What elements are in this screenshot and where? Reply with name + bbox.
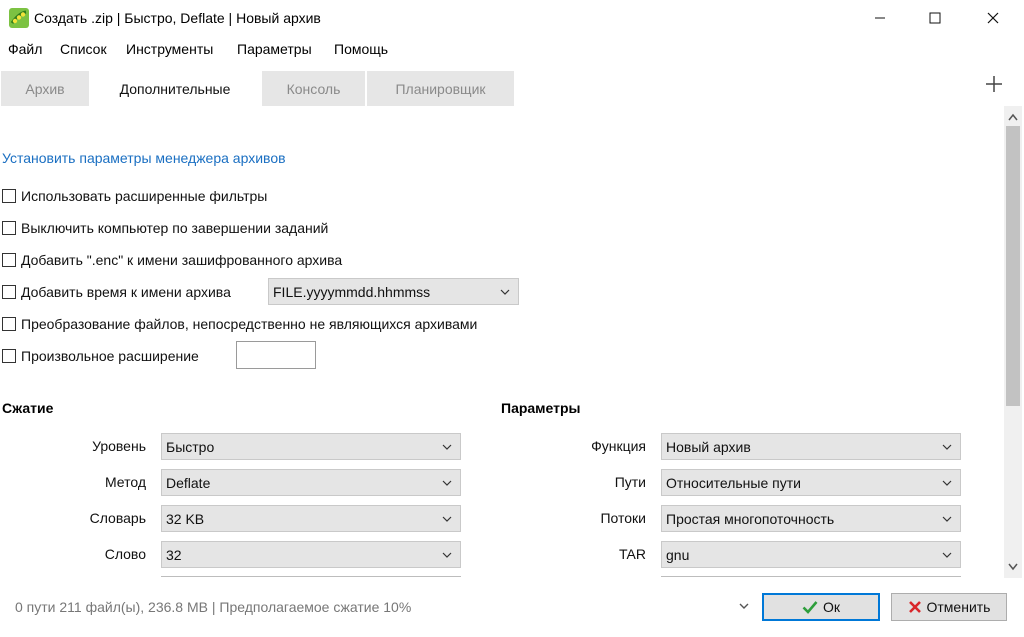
tar-dropdown[interactable]: gnu <box>661 541 961 568</box>
dictionary-label: Словарь <box>89 510 146 526</box>
function-value: Новый архив <box>666 438 751 455</box>
method-dropdown[interactable]: Deflate <box>161 469 461 496</box>
threads-value: Простая многопоточность <box>666 510 835 527</box>
option-label: Преобразование файлов, непосредственно н… <box>21 316 478 332</box>
chevron-down-icon <box>442 444 452 450</box>
pea-icon <box>9 8 29 28</box>
chevron-down-icon <box>942 516 952 522</box>
menu-file[interactable]: Файл <box>8 41 42 57</box>
archive-manager-settings-link[interactable]: Установить параметры менеджера архивов <box>2 150 286 166</box>
menu-bar: Файл Список Инструменты Параметры Помощь <box>0 38 1024 62</box>
ok-button[interactable]: Ок <box>762 593 880 621</box>
checkbox[interactable] <box>2 285 16 299</box>
chevron-down-icon <box>442 480 452 486</box>
level-label: Уровень <box>92 438 146 454</box>
tar-label: TAR <box>619 546 646 562</box>
menu-options[interactable]: Параметры <box>237 41 312 57</box>
scroll-thumb[interactable] <box>1006 126 1020 406</box>
close-button[interactable] <box>970 0 1016 36</box>
menu-list[interactable]: Список <box>60 41 107 57</box>
time-format-dropdown[interactable]: FILE.yyyymmdd.hhmmss <box>268 278 519 305</box>
chevron-down-icon[interactable] <box>738 600 750 612</box>
chevron-down-icon <box>1008 563 1018 571</box>
tab-archive[interactable]: Архив <box>1 71 89 106</box>
custom-extension-input[interactable] <box>236 341 316 369</box>
word-dropdown[interactable]: 32 <box>161 541 461 568</box>
close-icon <box>987 12 999 24</box>
tab-console[interactable]: Консоль <box>262 71 365 106</box>
minimize-icon <box>875 17 885 19</box>
level-dropdown[interactable]: Быстро <box>161 433 461 460</box>
chevron-down-icon <box>500 289 510 295</box>
chevron-down-icon <box>442 516 452 522</box>
threads-dropdown[interactable]: Простая многопоточность <box>661 505 961 532</box>
maximize-icon <box>929 12 941 24</box>
tar-value: gnu <box>666 546 690 563</box>
add-tab-icon[interactable] <box>982 72 1006 96</box>
option-append-enc[interactable]: Добавить ".enc" к имени зашифрованного а… <box>2 250 342 270</box>
cancel-label: Отменить <box>926 599 991 615</box>
next-field-edge <box>661 576 961 577</box>
tab-advanced[interactable]: Дополнительные <box>90 71 260 106</box>
option-append-time[interactable]: Добавить время к имени архива <box>2 282 231 302</box>
maximize-button[interactable] <box>912 0 958 36</box>
window-title: Создать .zip | Быстро, Deflate | Новый а… <box>34 10 321 26</box>
dictionary-dropdown[interactable]: 32 KB <box>161 505 461 532</box>
checkmark-icon <box>802 601 818 614</box>
parameters-heading: Параметры <box>501 400 581 416</box>
chevron-down-icon <box>942 552 952 558</box>
menu-help[interactable]: Помощь <box>334 41 388 57</box>
option-convert-non-archives[interactable]: Преобразование файлов, непосредственно н… <box>2 314 477 334</box>
chevron-down-icon <box>942 444 952 450</box>
chevron-up-icon <box>1008 113 1018 121</box>
checkbox[interactable] <box>2 349 16 363</box>
ok-label: Ок <box>822 599 840 615</box>
checkbox[interactable] <box>2 189 16 203</box>
option-shutdown-after-jobs[interactable]: Выключить компьютер по завершении задани… <box>2 218 328 238</box>
minimize-button[interactable] <box>857 0 903 36</box>
option-label: Добавить ".enc" к имени зашифрованного а… <box>21 252 343 268</box>
function-label: Функция <box>591 438 646 454</box>
checkbox[interactable] <box>2 317 16 331</box>
method-label: Метод <box>104 474 146 490</box>
chevron-down-icon <box>942 480 952 486</box>
compression-heading: Сжатие <box>2 400 54 416</box>
threads-label: Потоки <box>600 510 646 526</box>
option-label: Произвольное расширение <box>21 348 199 364</box>
status-text: 0 пути 211 файл(ы), 236.8 MB | Предполаг… <box>15 599 412 615</box>
tab-scheduler[interactable]: Планировщик <box>367 71 514 106</box>
function-dropdown[interactable]: Новый архив <box>661 433 961 460</box>
checkbox[interactable] <box>2 221 16 235</box>
paths-value: Относительные пути <box>666 474 801 491</box>
chevron-down-icon <box>442 552 452 558</box>
paths-label: Пути <box>614 474 646 490</box>
option-label: Добавить время к имени архива <box>21 284 231 300</box>
method-value: Deflate <box>166 474 211 491</box>
next-field-edge <box>161 576 461 577</box>
option-custom-extension[interactable]: Произвольное расширение <box>2 346 199 366</box>
dictionary-value: 32 KB <box>166 510 205 527</box>
word-value: 32 <box>166 546 182 563</box>
option-label: Выключить компьютер по завершении задани… <box>21 220 329 236</box>
word-label: Слово <box>104 546 146 562</box>
menu-tools[interactable]: Инструменты <box>126 41 213 57</box>
checkbox[interactable] <box>2 253 16 267</box>
cancel-button[interactable]: Отменить <box>891 593 1007 621</box>
cross-icon <box>908 601 921 613</box>
paths-dropdown[interactable]: Относительные пути <box>661 469 961 496</box>
level-value: Быстро <box>166 438 215 455</box>
option-label: Использовать расширенные фильтры <box>21 188 268 204</box>
time-format-value: FILE.yyyymmdd.hhmmss <box>273 283 431 300</box>
title-bar: Создать .zip | Быстро, Deflate | Новый а… <box>0 0 1024 36</box>
scroll-up-arrow[interactable] <box>1005 109 1021 125</box>
option-extended-filters[interactable]: Использовать расширенные фильтры <box>2 186 267 206</box>
scroll-down-arrow[interactable] <box>1005 559 1021 575</box>
